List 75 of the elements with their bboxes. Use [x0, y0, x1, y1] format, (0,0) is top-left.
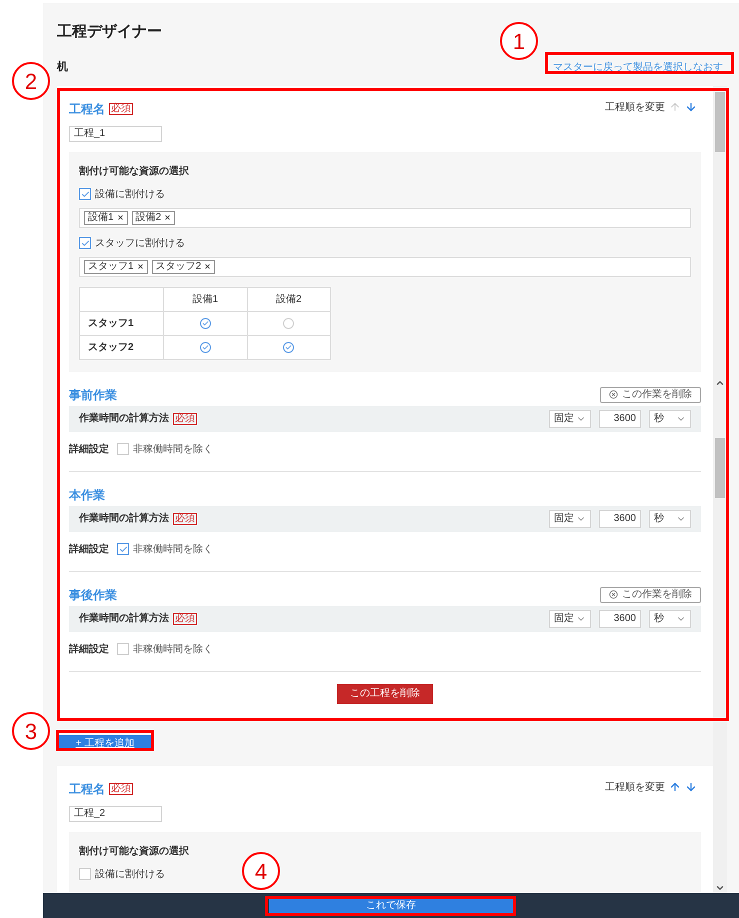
scrollbar-thumb[interactable] [715, 438, 725, 498]
section-title: 割付け可能な資源の選択 [79, 164, 190, 178]
move-down-icon[interactable] [685, 781, 697, 793]
amount-field[interactable]: 3600 [599, 410, 641, 428]
row-header: スタッフ2 [80, 335, 164, 359]
check-icon [202, 344, 209, 350]
delete-process-button[interactable]: この工程を削除 [337, 684, 433, 704]
scrollbar[interactable] [713, 86, 727, 893]
amount-field[interactable]: 3600 [599, 510, 641, 528]
process-name-field[interactable]: 工程_2 [69, 806, 162, 822]
scrollbar-thumb[interactable] [715, 92, 725, 152]
tag[interactable]: 設備2 [132, 210, 176, 224]
field-label: 詳細設定 [69, 642, 109, 656]
checkbox[interactable] [79, 868, 91, 880]
move-up-icon[interactable] [669, 781, 681, 793]
check-icon [80, 190, 90, 198]
select-field[interactable]: 秒 [649, 510, 691, 528]
checkbox[interactable] [79, 237, 91, 249]
tag[interactable]: 設備1 [84, 210, 128, 224]
remove-icon[interactable] [164, 214, 172, 221]
tag-field[interactable]: スタッフ1 スタッフ2 [79, 256, 691, 276]
process-name-field[interactable]: 工程_1 [69, 126, 162, 142]
remove-icon[interactable] [204, 263, 212, 270]
callout-number: 2 [12, 62, 50, 100]
select-field[interactable]: 秒 [649, 410, 691, 428]
select-field[interactable]: 秒 [649, 610, 691, 628]
tag[interactable]: スタッフ2 [152, 260, 216, 274]
close-icon [609, 390, 618, 399]
field-label: 工程名 [69, 100, 105, 118]
close-icon [609, 590, 618, 599]
select-field[interactable]: 固定 [549, 410, 591, 428]
checkbox[interactable] [117, 543, 129, 555]
checkbox-label: 非稼働時間を除く [133, 442, 213, 456]
field-label: 作業時間の計算方法 [79, 611, 169, 626]
scroll-down-icon[interactable] [715, 883, 725, 893]
checkbox-label: スタッフに割付ける [95, 236, 185, 250]
delete-task-button[interactable]: この作業を削除 [600, 386, 701, 402]
callout-number: 3 [12, 712, 50, 750]
checkbox[interactable] [79, 188, 91, 200]
move-up-icon[interactable] [669, 101, 681, 113]
page-title: 工程デザイナー [57, 22, 162, 42]
row-header: スタッフ1 [80, 311, 164, 335]
product-name: 机 [57, 60, 68, 76]
checkbox-label: 非稼働時間を除く [133, 542, 213, 556]
checkbox[interactable] [117, 643, 129, 655]
column-header: 設備2 [247, 287, 330, 311]
checkbox-label: 非稼働時間を除く [133, 642, 213, 656]
task-title: 本作業 [69, 486, 105, 504]
check-icon [118, 544, 128, 554]
reorder-label: 工程順を変更 [605, 100, 665, 114]
column-header: 設備1 [164, 287, 247, 311]
checkbox[interactable] [117, 443, 129, 455]
field-label: 作業時間の計算方法 [79, 411, 169, 426]
delete-task-button[interactable]: この作業を削除 [600, 586, 701, 602]
section-title: 割付け可能な資源の選択 [79, 844, 190, 858]
task-title: 事後作業 [69, 586, 117, 604]
checkbox-label: 設備に割付ける [95, 868, 165, 882]
check-icon [80, 238, 90, 248]
field-label: 作業時間の計算方法 [79, 511, 169, 526]
checkbox-label: 設備に割付ける [95, 188, 165, 202]
select-field[interactable]: 固定 [549, 610, 591, 628]
amount-field[interactable]: 3600 [599, 610, 641, 628]
task-title: 事前作業 [69, 386, 117, 404]
select-field[interactable]: 固定 [549, 510, 591, 528]
field-label: 詳細設定 [69, 542, 109, 556]
tag-field[interactable]: 設備1 設備2 [79, 208, 691, 228]
check-icon [285, 344, 292, 350]
move-down-icon[interactable] [685, 101, 697, 113]
tag[interactable]: スタッフ1 [84, 260, 148, 274]
field-label: 詳細設定 [69, 442, 109, 456]
check-icon [202, 320, 209, 326]
remove-icon[interactable] [136, 263, 144, 270]
reorder-label: 工程順を変更 [605, 780, 665, 794]
field-label: 工程名 [69, 780, 105, 798]
remove-icon[interactable] [116, 214, 124, 221]
